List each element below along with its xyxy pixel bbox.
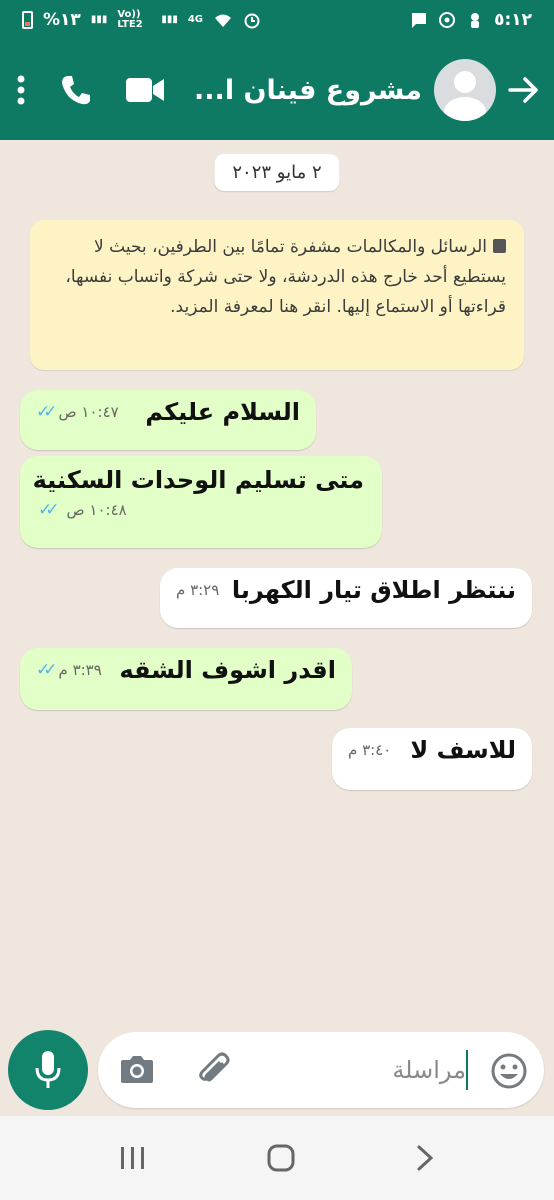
back-icon[interactable] <box>415 1144 435 1172</box>
alarm-icon <box>244 13 260 29</box>
network-2-label: 4G <box>187 14 204 25</box>
chat-area: ٢ مايو ٢٠٢٣ الرسائل والمكالمات مشفرة تما… <box>0 140 554 1030</box>
battery-icon <box>22 11 33 29</box>
lock-icon <box>493 239 506 253</box>
header-contact[interactable]: مشروع فينان ا... <box>194 59 538 121</box>
back-arrow-icon[interactable] <box>508 75 538 105</box>
video-call-icon[interactable] <box>126 77 164 103</box>
message-time: ٣:٢٩ م <box>176 581 220 599</box>
message-bubble[interactable]: ننتظر اطلاق تيار الكهربا ٣:٢٩ م <box>160 568 532 628</box>
message-bubble[interactable]: اقدر اشوف الشقه ٣:٣٩ م ✓✓ <box>20 648 352 710</box>
message-time: ٣:٤٠ م <box>348 741 392 759</box>
avatar[interactable] <box>434 59 496 121</box>
recent-apps-icon[interactable] <box>119 1145 147 1171</box>
message-meta: ١٠:٤٧ ص ✓✓ <box>36 402 119 422</box>
status-left: %١٣ ▮▮▮ Vo)) LTE2 ▮▮▮ 4G <box>22 10 261 30</box>
message-bubble[interactable]: متى تسليم الوحدات السكنية ✓✓ ١٠:٤٨ ص <box>20 456 382 548</box>
mic-icon <box>35 1051 61 1088</box>
camera-icon[interactable] <box>120 1054 154 1084</box>
emoji-icon[interactable] <box>490 1052 528 1090</box>
contact-name[interactable]: مشروع فينان ا... <box>194 75 422 106</box>
message-text: السلام عليكم <box>145 398 300 426</box>
read-receipt-icon: ✓✓ <box>36 660 57 680</box>
chat-header: مشروع فينان ا... <box>0 40 554 140</box>
message-time: ١٠:٤٨ ص <box>66 501 127 519</box>
wifi-icon <box>215 14 232 27</box>
message-text: للاسف لا <box>410 736 516 764</box>
mic-button[interactable] <box>8 1030 88 1110</box>
encryption-notice-text: الرسائل والمكالمات مشفرة تمامًا بين الطر… <box>65 237 506 317</box>
network-1-label: Vo)) LTE2 <box>117 9 143 30</box>
read-receipt-icon: ✓✓ <box>36 402 57 422</box>
message-field[interactable] <box>98 1032 544 1108</box>
message-meta: ✓✓ ١٠:٤٨ ص <box>38 500 364 520</box>
phone-icon[interactable] <box>60 74 92 106</box>
message-text: اقدر اشوف الشقه <box>119 656 336 684</box>
message-text: متى تسليم الوحدات السكنية <box>32 466 364 494</box>
encryption-notice[interactable]: الرسائل والمكالمات مشفرة تمامًا بين الطر… <box>30 220 524 370</box>
app-notification-icon <box>471 13 480 28</box>
message-text: ننتظر اطلاق تيار الكهربا <box>231 576 516 604</box>
more-icon[interactable] <box>16 75 26 105</box>
message-meta: ٣:٣٩ م ✓✓ <box>36 660 102 680</box>
message-bubble[interactable]: للاسف لا ٣:٤٠ م <box>332 728 532 790</box>
system-nav-bar <box>0 1116 554 1200</box>
composer <box>0 1030 554 1116</box>
date-chip: ٢ مايو ٢٠٢٣ <box>214 154 340 191</box>
status-right: ٥:١٢ <box>410 10 532 30</box>
clock: ٥:١٢ <box>494 10 532 30</box>
message-notification-icon <box>412 13 427 28</box>
signal-2-icon: ▮▮▮ <box>161 14 178 25</box>
status-bar: %١٣ ▮▮▮ Vo)) LTE2 ▮▮▮ 4G ٥:١٢ <box>0 0 554 40</box>
home-icon[interactable] <box>266 1143 296 1173</box>
whatsapp-notification-icon <box>439 12 456 28</box>
read-receipt-icon: ✓✓ <box>38 500 59 520</box>
message-bubble[interactable]: السلام عليكم ١٠:٤٧ ص ✓✓ <box>20 390 316 450</box>
message-time: ١٠:٤٧ ص <box>58 403 119 421</box>
battery-text: %١٣ <box>43 10 81 30</box>
header-actions <box>16 74 164 106</box>
message-time: ٣:٣٩ م <box>58 661 102 679</box>
message-input[interactable] <box>336 1050 466 1090</box>
attach-icon[interactable] <box>196 1050 232 1090</box>
text-caret <box>466 1050 468 1090</box>
signal-icon: ▮▮▮ <box>90 14 108 25</box>
